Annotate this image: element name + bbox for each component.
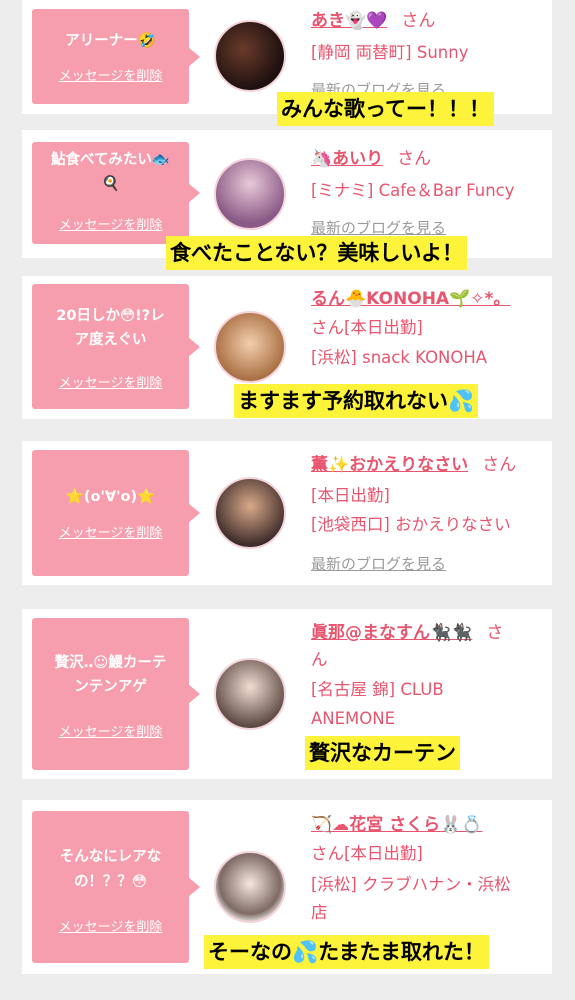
shop-info: [浜松] クラブハナン・浜松 [311,875,511,894]
message-text: そんなにレアな [59,849,162,865]
profile-name-line: るん🐣KONOHA🌱✧*。 [311,284,510,314]
profile-name-line: 薫✨おかえりなさい さん [311,450,516,480]
delete-message-link[interactable]: メッセージを削除 [32,721,189,740]
honorific: さん [401,11,436,31]
shop-info: ANEMONE [311,709,396,728]
honorific: さん [482,455,517,475]
avatar[interactable] [214,20,286,92]
caption-overlay: そーなの💦たまたま取れた！ [204,935,489,969]
shop-status: [本日出勤] [311,486,390,505]
shop-status: さん[本日出勤] [311,844,423,863]
profile-name-link[interactable]: あき👻💜 [311,11,387,31]
avatar[interactable] [214,477,286,549]
message-card: 贅沢‥☺鰻カーテ ンテンアゲ メッセージを削除 眞那@まなすん🐈‍⬛🐈‍⬛ さ ん… [22,609,552,779]
shop-info: [浜松] snack KONOHA [311,348,488,367]
message-text: 20日しか😳!?レ [56,308,165,324]
profile-name-line: 眞那@まなすん🐈‍⬛🐈‍⬛ さ [311,618,503,648]
caption-overlay: ますます予約取れない💦 [234,384,479,418]
delete-message-link[interactable]: メッセージを削除 [32,916,189,935]
avatar[interactable] [214,311,286,383]
message-text: の！？？😳 [73,874,148,890]
profile-name-link[interactable]: 🏹☁花宮 さくら🐰💍 [311,815,482,835]
profile-name-link[interactable]: 眞那@まなすん🐈‍⬛🐈‍⬛ [311,623,472,643]
message-bubble: アリーナー🤣 メッセージを削除 [32,9,200,104]
message-text: アリーナー🤣 [65,33,156,49]
message-text: 鮎食べてみたい🐟 [51,152,170,168]
shop-info: [ミナミ] Cafe＆Bar Funcy [311,181,515,200]
honorific-wrap: ん [311,650,328,669]
shop-info: [静岡 両替町] Sunny [311,43,469,62]
profile-name-link[interactable]: 🦄あいり [311,149,383,169]
shop-info: [池袋西口] おかえりなさい [311,515,511,534]
caption-overlay: 食べたことない？美味しいよ！ [166,236,467,270]
shop-status: さん[本日出勤] [311,318,423,337]
message-text: ンテンアゲ [74,679,147,695]
message-bubble: ⭐(o'∀'o)⭐ メッセージを削除 [32,450,200,576]
message-bubble: 20日しか😳!?レ ア度えぐい メッセージを削除 [32,284,200,409]
message-text: ア度えぐい [74,332,147,348]
message-bubble: 鮎食べてみたい🐟 🍳 メッセージを削除 [32,142,200,244]
latest-blog-link[interactable]: 最新のブログを見る [311,552,446,576]
message-card: ⭐(o'∀'o)⭐ メッセージを削除 薫✨おかえりなさい さん [本日出勤] [池… [22,441,552,585]
message-text: 贅沢‥☺鰻カーテ [54,655,167,671]
message-bubble: 贅沢‥☺鰻カーテ ンテンアゲ メッセージを削除 [32,618,200,770]
message-text: ⭐(o'∀'o)⭐ [65,489,156,505]
honorific: さ [486,623,504,643]
shop-info: 店 [311,903,328,922]
caption-overlay: みんな歌ってー！！！ [277,92,494,126]
profile-name-link[interactable]: るん🐣KONOHA🌱✧*。 [311,289,510,309]
shop-info: [名古屋 錦] CLUB [311,680,444,699]
profile-name-line: あき👻💜 さん [311,6,435,36]
message-bubble: そんなにレアな の！？？😳 メッセージを削除 [32,811,200,963]
avatar[interactable] [214,158,286,230]
delete-message-link[interactable]: メッセージを削除 [32,65,189,84]
avatar[interactable] [214,658,286,730]
delete-message-link[interactable]: メッセージを削除 [32,214,189,233]
message-text: 🍳 [101,176,120,192]
delete-message-link[interactable]: メッセージを削除 [32,372,189,391]
honorific: さん [397,149,432,169]
caption-overlay: 贅沢なカーテン [305,736,460,770]
delete-message-link[interactable]: メッセージを削除 [32,522,189,541]
profile-name-line: 🦄あいり さん [311,144,431,174]
avatar[interactable] [214,851,286,923]
profile-name-link[interactable]: 薫✨おかえりなさい [311,455,468,475]
profile-name-line: 🏹☁花宮 さくら🐰💍 [311,810,482,840]
